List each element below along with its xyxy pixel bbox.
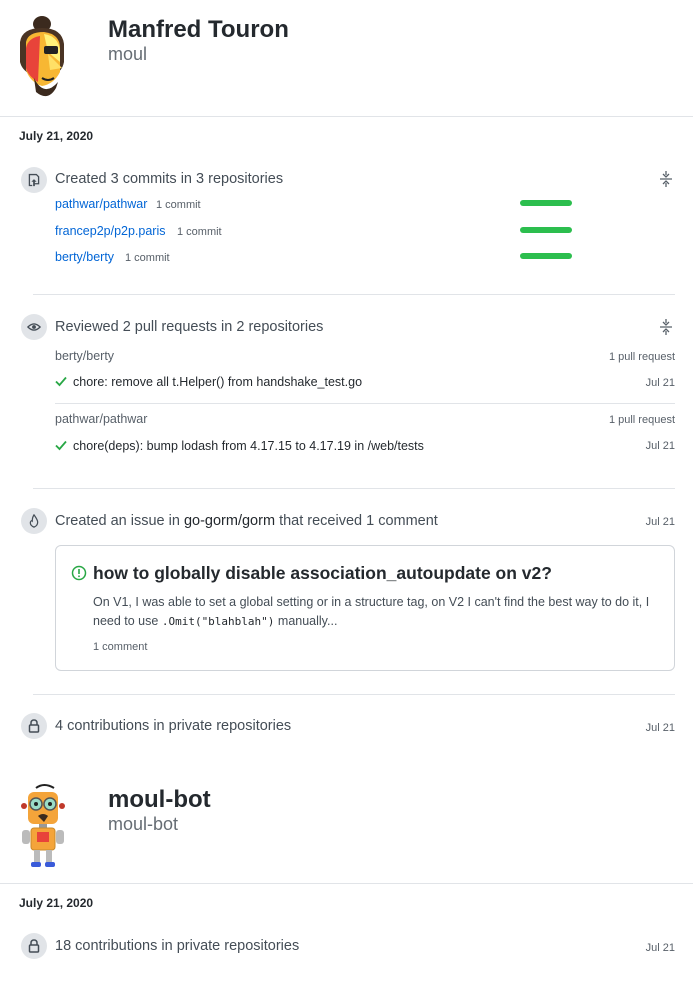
commit-repo-link[interactable]: berty/berty: [55, 250, 114, 264]
user-name[interactable]: moul-bot: [108, 786, 211, 814]
issue-body: On V1, I was able to set a global settin…: [93, 593, 663, 631]
private-contributions-summary: 4 contributions in private repositories: [55, 718, 292, 734]
pr-date: Jul 21: [645, 440, 675, 452]
lock-icon: [21, 713, 47, 739]
check-icon: [55, 374, 67, 390]
divider: [55, 403, 675, 404]
issue-summary: Created an issue in go-gorm/gorm that re…: [55, 513, 438, 529]
issue-comment-count[interactable]: 1 comment: [93, 641, 147, 653]
commits-summary: Created 3 commits in 3 repositories: [55, 171, 284, 187]
user-login[interactable]: moul-bot: [108, 814, 178, 835]
issue-body-code: .Omit("blahblah"): [161, 615, 275, 628]
date-header: July 21, 2020: [19, 129, 94, 143]
divider: [33, 294, 675, 295]
issue-opened-icon: [71, 565, 87, 586]
avatar-moul-bot: [21, 784, 65, 867]
private-date: Jul 21: [645, 722, 675, 734]
commit-count: 1 commit: [177, 226, 222, 238]
user-name[interactable]: Manfred Touron: [108, 16, 289, 44]
commit-bar: [520, 253, 572, 259]
review-repo[interactable]: pathwar/pathwar: [55, 412, 147, 426]
repo-push-icon: [21, 167, 47, 193]
private-contributions-summary: 18 contributions in private repositories: [55, 938, 300, 954]
eye-icon: [21, 314, 47, 340]
issue-date: Jul 21: [645, 516, 675, 528]
avatar[interactable]: [14, 780, 70, 870]
pr-date: Jul 21: [645, 377, 675, 389]
issue-summary-suffix: that received 1 comment: [279, 513, 438, 529]
issue-summary-prefix: Created an issue in: [55, 513, 180, 529]
issue-title-link[interactable]: how to globally disable association_auto…: [93, 563, 552, 584]
review-repo[interactable]: berty/berty: [55, 349, 114, 363]
lock-icon: [21, 933, 47, 959]
pr-title-link[interactable]: chore(deps): bump lodash from 4.17.15 to…: [73, 439, 424, 453]
avatar[interactable]: [14, 12, 70, 102]
reviews-summary: Reviewed 2 pull requests in 2 repositori…: [55, 319, 324, 335]
issue-repo-link[interactable]: go-gorm/gorm: [184, 513, 275, 529]
commit-repo-link[interactable]: pathwar/pathwar: [55, 197, 147, 211]
issue-card: how to globally disable association_auto…: [55, 545, 675, 671]
commit-repo-link[interactable]: francep2p/p2p.paris: [55, 224, 166, 238]
issue-body-text-end: manually...: [277, 614, 338, 628]
user-login[interactable]: moul: [108, 44, 147, 65]
fold-icon[interactable]: [660, 319, 672, 338]
avatar-moul: [20, 16, 64, 97]
date-header: July 21, 2020: [19, 896, 94, 910]
divider: [0, 883, 693, 884]
divider: [0, 116, 693, 117]
commit-count: 1 commit: [125, 252, 170, 264]
divider: [33, 694, 675, 695]
fold-icon[interactable]: [660, 171, 672, 190]
commit-bar: [520, 200, 572, 206]
divider: [33, 488, 675, 489]
check-icon: [55, 438, 67, 454]
review-count: 1 pull request: [608, 351, 675, 363]
commit-bar: [520, 227, 572, 233]
pr-title-link[interactable]: chore: remove all t.Helper() from handsh…: [73, 375, 362, 389]
commit-count: 1 commit: [156, 199, 201, 211]
review-count: 1 pull request: [608, 414, 675, 426]
issue-opened-activity-icon: [21, 508, 47, 534]
private-date: Jul 21: [645, 942, 675, 954]
